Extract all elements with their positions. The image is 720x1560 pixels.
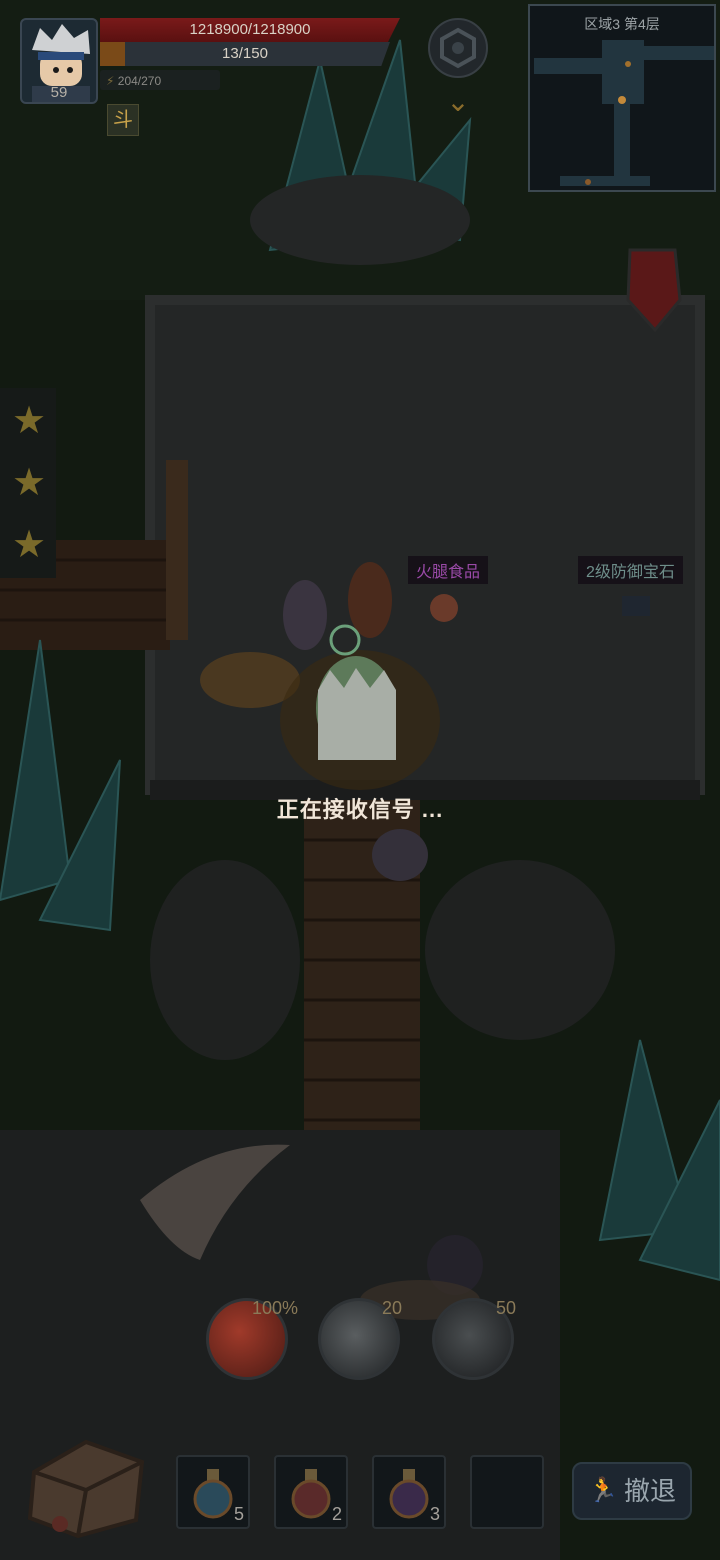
player-level: 59: [50, 84, 68, 101]
stone-skill-label: 20: [382, 1298, 403, 1318]
potion-count: 5: [233, 1504, 244, 1524]
potion-count: 2: [331, 1504, 342, 1524]
retreat-label: 撤退: [623, 1476, 676, 1506]
ham-food-label[interactable]: 火腿食品: [408, 556, 489, 584]
slash-skill-label: 50: [496, 1298, 517, 1318]
potion-slot-3[interactable]: 3: [372, 1455, 446, 1529]
potion-slot-2[interactable]: 2: [274, 1455, 348, 1529]
portal-icon: [440, 27, 476, 69]
portal-button[interactable]: [428, 18, 488, 78]
defense-gem-label[interactable]: 2级防御宝石: [578, 556, 683, 584]
run-icon: 🏃: [588, 1477, 618, 1504]
star-icon: ★: [11, 400, 47, 442]
star-icon: ★: [11, 524, 47, 566]
energy-value: 204/270: [117, 74, 162, 88]
fire-skill-label: 100%: [252, 1298, 299, 1318]
lightning-icon: ⚡: [106, 74, 115, 88]
retreat-button[interactable]: 🏃 撤退: [572, 1462, 692, 1520]
chevron-down-icon[interactable]: ⌄: [428, 82, 488, 122]
backpack-button[interactable]: [26, 1432, 150, 1539]
status-message: 正在接收信号 ...: [276, 797, 444, 822]
potion-slot-empty[interactable]: [470, 1455, 544, 1529]
star-icon: ★: [11, 462, 47, 504]
exp-text: 13/150: [222, 45, 268, 62]
hp-text: 1218900/1218900: [189, 21, 311, 38]
exp-bar: 13/150: [100, 42, 390, 66]
hp-bar: 1218900/1218900: [100, 18, 400, 42]
backpack-icon: [27, 1439, 145, 1539]
minimap[interactable]: 区域3 第4层: [528, 4, 716, 192]
potion-slot-1[interactable]: 5: [176, 1455, 250, 1529]
energy-text: ⚡ 204/270: [106, 74, 161, 88]
potion-count: 3: [429, 1504, 440, 1524]
buff-icon[interactable]: 斗: [107, 104, 139, 136]
